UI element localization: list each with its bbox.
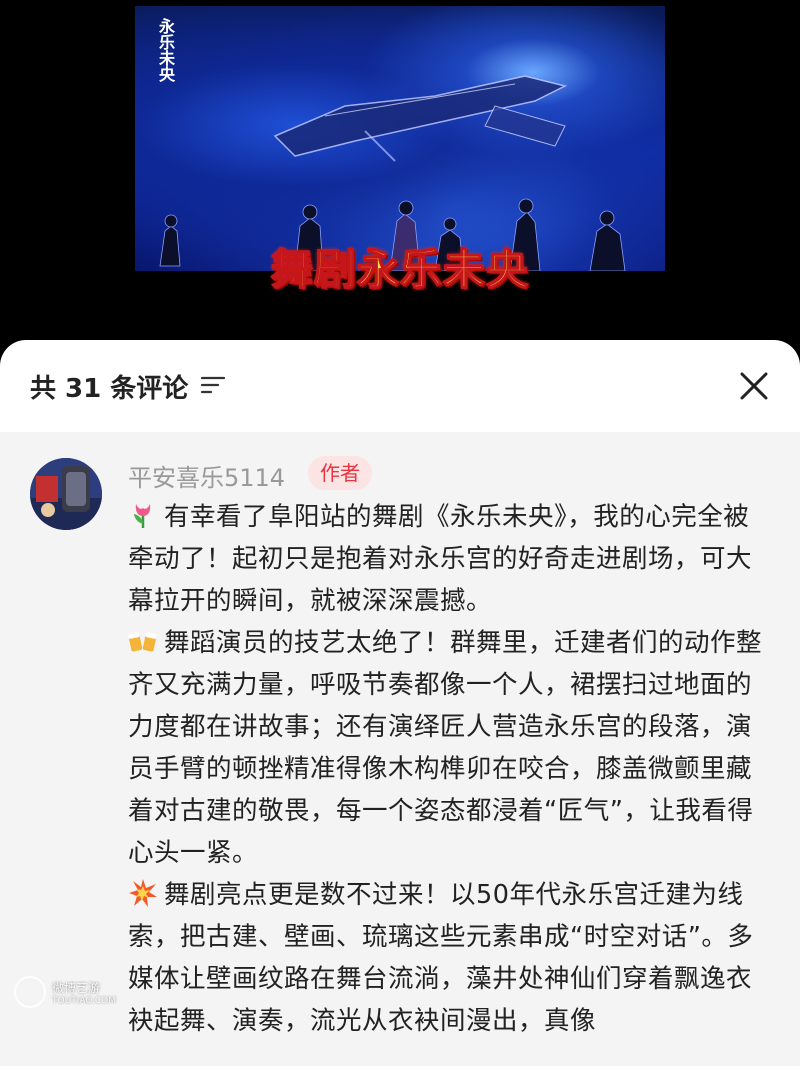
video-logo: 永乐未央 (153, 18, 177, 87)
watermark-line2: TOUTIAO.COM (52, 995, 117, 1006)
video-player[interactable]: 永乐未央 舞剧永乐未央 (0, 0, 800, 340)
paragraph-2-text: 舞蹈演员的技艺太绝了！群舞里，迁建者们的动作整齐又充满力量，呼吸节奏都像一个人，… (128, 628, 763, 868)
paragraph-1-text: 有幸看了阜阳站的舞剧《永乐未央》，我的心完全被牵动了！起初只是抱着对永乐宫的好奇… (128, 502, 753, 616)
video-logo-text: 永乐未央 (156, 18, 175, 82)
comment-text: 有幸看了阜阳站的舞剧《永乐未央》，我的心完全被牵动了！起初只是抱着对永乐宫的好奇… (128, 496, 768, 1042)
paragraph-3-text: 舞剧亮点更是数不过来！以50年代永乐宫迁建为线索，把古建、壁画、琉璃这些元素串成… (128, 880, 754, 1036)
comments-sheet: 共 31 条评论 平安喜乐5114 作者 有幸看了阜阳站的舞剧《永乐未央》，我的… (0, 340, 800, 1066)
watermark-line1: 微博艺游 (52, 980, 101, 995)
watermark-logo-icon (14, 976, 46, 1008)
sort-filter-icon[interactable] (200, 374, 226, 396)
comment-username[interactable]: 平安喜乐5114 (128, 458, 285, 493)
stage-roof-prop (273, 75, 568, 162)
avatar-image (30, 458, 102, 530)
tulip-emoji-icon (134, 504, 151, 528)
comments-count-title: 共 31 条评论 (30, 374, 189, 404)
comments-header: 共 31 条评论 (0, 340, 800, 432)
comment-paragraph: 舞剧亮点更是数不过来！以50年代永乐宫迁建为线索，把古建、壁画、琉璃这些元素串成… (128, 874, 768, 1042)
video-caption: 舞剧永乐未央 (270, 244, 529, 295)
watermark: 微博艺游 TOUTIAO.COM (14, 976, 116, 1008)
clinking-beer-mugs-emoji-icon (128, 632, 157, 652)
video-frame[interactable]: 永乐未央 (135, 6, 665, 271)
author-badge: 作者 (308, 456, 372, 490)
comment-item[interactable]: 平安喜乐5114 作者 有幸看了阜阳站的舞剧《永乐未央》，我的心完全被牵动了！起… (0, 432, 800, 1066)
avatar[interactable] (30, 458, 102, 530)
close-icon[interactable] (736, 368, 772, 404)
comment-paragraph: 有幸看了阜阳站的舞剧《永乐未央》，我的心完全被牵动了！起初只是抱着对永乐宫的好奇… (128, 496, 768, 622)
comment-paragraph: 舞蹈演员的技艺太绝了！群舞里，迁建者们的动作整齐又充满力量，呼吸节奏都像一个人，… (128, 622, 768, 874)
collision-emoji-icon (129, 879, 157, 907)
